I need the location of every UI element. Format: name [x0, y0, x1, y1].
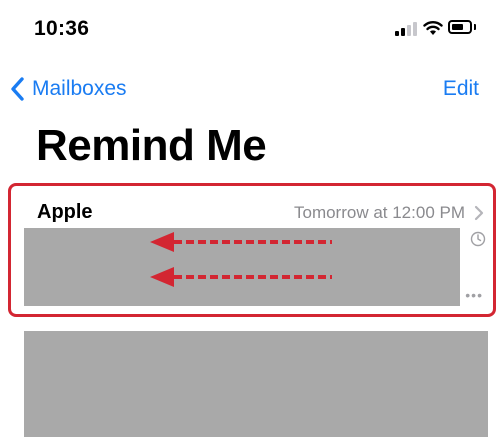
page-title: Remind Me: [36, 121, 267, 170]
battery-nub: [474, 24, 476, 30]
edit-button[interactable]: Edit: [443, 77, 479, 101]
message-row[interactable]: Apple Tomorrow at 12:00 PM •••: [8, 183, 496, 317]
swipe-left-arrows-icon: [150, 232, 332, 287]
status-time: 10:36: [34, 17, 90, 40]
wifi-icon: [423, 21, 443, 35]
back-button-label: Mailboxes: [32, 77, 127, 100]
cellular-signal-icon: [395, 22, 417, 36]
next-message-redacted[interactable]: [24, 331, 488, 437]
battery-icon: [448, 20, 472, 34]
chevron-left-icon: [11, 77, 24, 101]
back-to-mailboxes-button[interactable]: Mailboxes: [10, 74, 127, 104]
